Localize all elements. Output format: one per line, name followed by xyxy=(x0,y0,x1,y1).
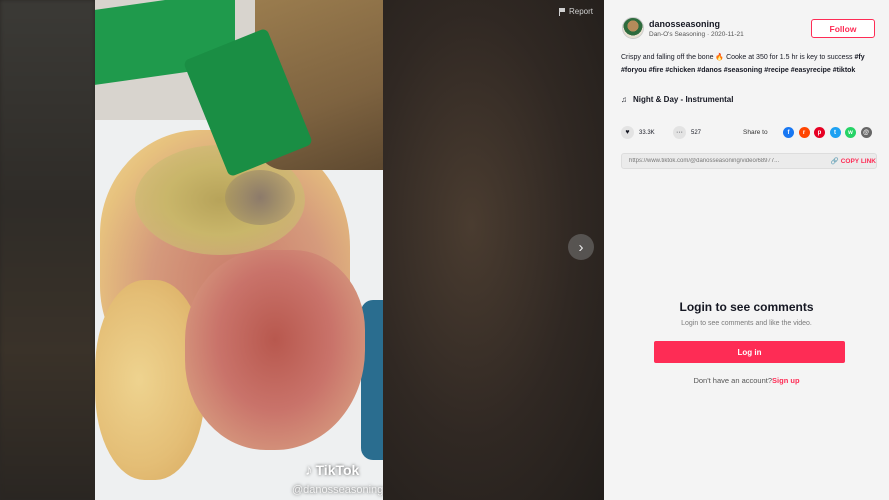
comment-icon[interactable]: ··· xyxy=(673,126,686,139)
chevron-right-icon: › xyxy=(578,238,584,256)
no-account-text: Don't have an account? xyxy=(693,376,773,385)
copy-link-label: COPY LINK xyxy=(840,158,876,165)
like-count: 33.3K xyxy=(639,129,655,136)
music-info[interactable]: ♫ Night & Day - Instrumental xyxy=(621,95,733,104)
copy-link-button[interactable]: 🔗 COPY LINK xyxy=(818,157,876,165)
comment-count: 527 xyxy=(691,129,702,136)
email-share-icon[interactable]: @ xyxy=(860,127,872,138)
follow-button[interactable]: Follow xyxy=(811,19,875,38)
hashtag-link[interactable]: #easyrecipe xyxy=(791,67,831,74)
post-date: 2020-11-21 xyxy=(710,31,744,38)
hashtag-link[interactable]: #danos xyxy=(697,67,722,74)
signup-link[interactable]: Sign up xyxy=(772,376,800,385)
hashtag-link[interactable]: #recipe xyxy=(764,67,789,74)
hashtag-link[interactable]: #fire xyxy=(649,67,664,74)
hashtag-link[interactable]: #fy xyxy=(855,54,865,61)
watermark-handle: @danosseasoning xyxy=(292,484,383,496)
hashtag-link[interactable]: #foryou xyxy=(621,67,647,74)
chicken-meat-image xyxy=(185,250,365,450)
video-player[interactable]: ♪ TikTok @danosseasoning Report › xyxy=(0,0,604,500)
share-link-url[interactable]: https://www.tiktok.com/@danosseasoning/v… xyxy=(629,158,814,164)
share-label: Share to xyxy=(743,129,768,136)
reddit-share-icon[interactable]: r xyxy=(798,127,810,138)
hashtag-link[interactable]: #seasoning xyxy=(724,67,763,74)
tiktok-watermark: ♪ TikTok xyxy=(305,462,359,479)
tiktok-logo-icon: ♪ xyxy=(305,462,313,479)
report-label: Report xyxy=(569,7,594,16)
signup-prompt: Don't have an account?Sign up xyxy=(604,376,889,385)
pinterest-share-icon[interactable]: p xyxy=(814,127,825,138)
hashtag-link[interactable]: #chicken xyxy=(665,67,695,74)
twitter-share-icon[interactable]: t xyxy=(829,127,841,138)
author-nickname: Dan-O's Seasoning xyxy=(649,31,706,38)
watermark-brand: TikTok xyxy=(315,462,360,478)
flag-icon xyxy=(559,7,566,16)
report-button[interactable]: Report xyxy=(559,7,593,16)
description-text: Crispy and falling off the bone 🔥 Cooke … xyxy=(621,54,853,61)
hashtag-link[interactable]: #tiktok xyxy=(833,67,856,74)
author-username[interactable]: danosseasoning xyxy=(649,19,720,29)
comments-login-subtitle: Login to see comments and like the video… xyxy=(681,320,812,327)
author-subline: Dan-O's Seasoning · 2020-11-21 xyxy=(649,31,744,38)
facebook-share-icon[interactable]: f xyxy=(783,127,794,138)
avatar[interactable] xyxy=(622,17,644,39)
comment-stat[interactable]: ··· 527 xyxy=(673,126,701,139)
music-note-icon: ♫ xyxy=(621,95,627,104)
whatsapp-share-icon[interactable]: w xyxy=(845,127,856,138)
like-stat[interactable]: ♥ 33.3K xyxy=(621,126,655,139)
music-title[interactable]: Night & Day - Instrumental xyxy=(633,95,733,104)
comments-login-title: Login to see comments xyxy=(679,300,814,314)
next-video-button[interactable]: › xyxy=(568,234,594,260)
pepper-sprinkle-image xyxy=(225,170,295,225)
video-frame[interactable]: ♪ TikTok @danosseasoning xyxy=(95,0,383,500)
heart-icon[interactable]: ♥ xyxy=(621,126,634,139)
video-blur-background-left xyxy=(0,0,95,500)
engagement-bar: ♥ 33.3K ··· 527 Share to f r p t w @ xyxy=(621,126,877,142)
share-link-box: https://www.tiktok.com/@danosseasoning/v… xyxy=(621,153,877,169)
video-description: Crispy and falling off the bone 🔥 Cooke … xyxy=(621,52,877,77)
login-button[interactable]: Log in xyxy=(654,341,845,363)
